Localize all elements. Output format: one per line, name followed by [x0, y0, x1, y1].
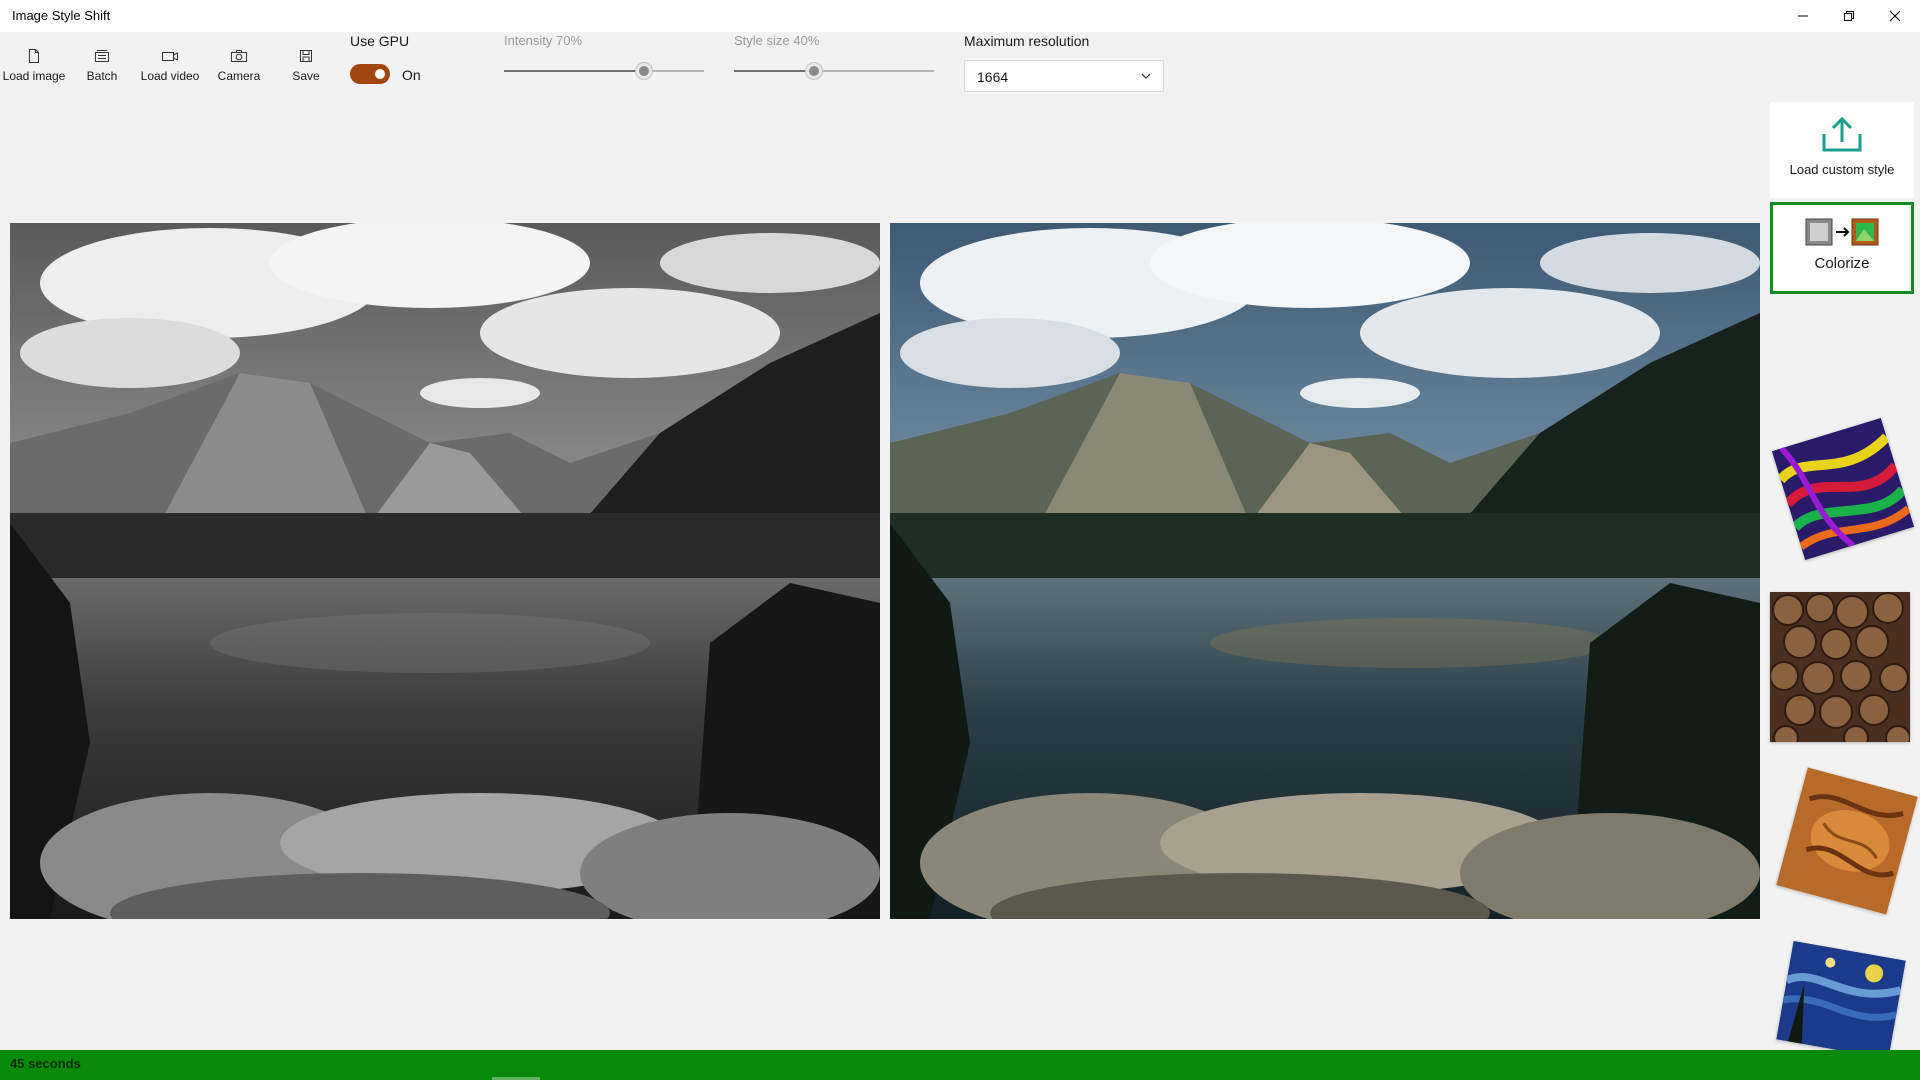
load-image-button[interactable]: Load image: [2, 46, 66, 83]
minimize-button[interactable]: [1780, 0, 1826, 32]
camera-label: Camera: [217, 69, 261, 83]
status-text: 45 seconds: [10, 1056, 81, 1071]
result-image: [890, 223, 1760, 919]
style-size-slider[interactable]: [734, 63, 934, 79]
gpu-toggle-state: On: [402, 67, 421, 83]
style-size-label: Style size 40%: [734, 33, 820, 48]
intensity-label: Intensity 70%: [504, 33, 583, 48]
style-thumbnail-starry-night[interactable]: [1776, 940, 1906, 1060]
slider-thumb[interactable]: [636, 63, 652, 79]
load-custom-style-button[interactable]: Load custom style: [1770, 102, 1914, 198]
colorize-icon: [1805, 218, 1879, 246]
upload-icon: [1822, 116, 1862, 152]
chevron-down-icon: [1141, 73, 1151, 79]
load-video-button[interactable]: Load video: [138, 46, 202, 83]
camera-icon: [229, 46, 249, 66]
close-icon: [1889, 10, 1901, 22]
camera-button[interactable]: Camera: [214, 46, 264, 83]
video-icon: [160, 46, 180, 66]
minimize-icon: [1798, 15, 1808, 17]
status-bar: 45 seconds: [0, 1050, 1920, 1080]
title-bar: Image Style Shift: [0, 0, 1920, 32]
toolbar: Load image Batch Load video Camera Save …: [0, 32, 1920, 100]
save-button[interactable]: Save: [290, 46, 322, 83]
max-resolution-label: Maximum resolution: [964, 33, 1090, 49]
original-image: [10, 223, 880, 919]
style-thumbnail-leather[interactable]: [1776, 767, 1918, 915]
colorize-label: Colorize: [1814, 255, 1870, 272]
restore-icon: [1844, 11, 1854, 21]
style-thumbnail-logs[interactable]: [1770, 592, 1910, 742]
use-gpu-label: Use GPU: [350, 33, 410, 49]
load-image-label: Load image: [2, 69, 66, 83]
intensity-slider[interactable]: [504, 63, 704, 79]
max-resolution-value: 1664: [977, 69, 1009, 85]
batch-icon: [92, 46, 112, 66]
batch-button[interactable]: Batch: [80, 46, 124, 83]
colorize-style-button[interactable]: Colorize: [1770, 202, 1914, 294]
batch-label: Batch: [86, 69, 118, 83]
slider-fill: [504, 70, 644, 72]
style-thumbnail-swirl[interactable]: [1771, 417, 1915, 561]
close-button[interactable]: [1872, 0, 1918, 32]
save-icon: [296, 46, 316, 66]
window-title: Image Style Shift: [12, 8, 111, 23]
restore-button[interactable]: [1826, 0, 1872, 32]
slider-fill: [734, 70, 814, 72]
save-label: Save: [292, 69, 320, 83]
slider-thumb[interactable]: [806, 63, 822, 79]
file-icon: [24, 46, 44, 66]
max-resolution-dropdown[interactable]: 1664: [964, 60, 1164, 92]
load-custom-style-label: Load custom style: [1789, 162, 1895, 177]
load-video-label: Load video: [140, 69, 200, 83]
gpu-toggle[interactable]: [350, 64, 390, 84]
toggle-knob: [375, 69, 385, 79]
